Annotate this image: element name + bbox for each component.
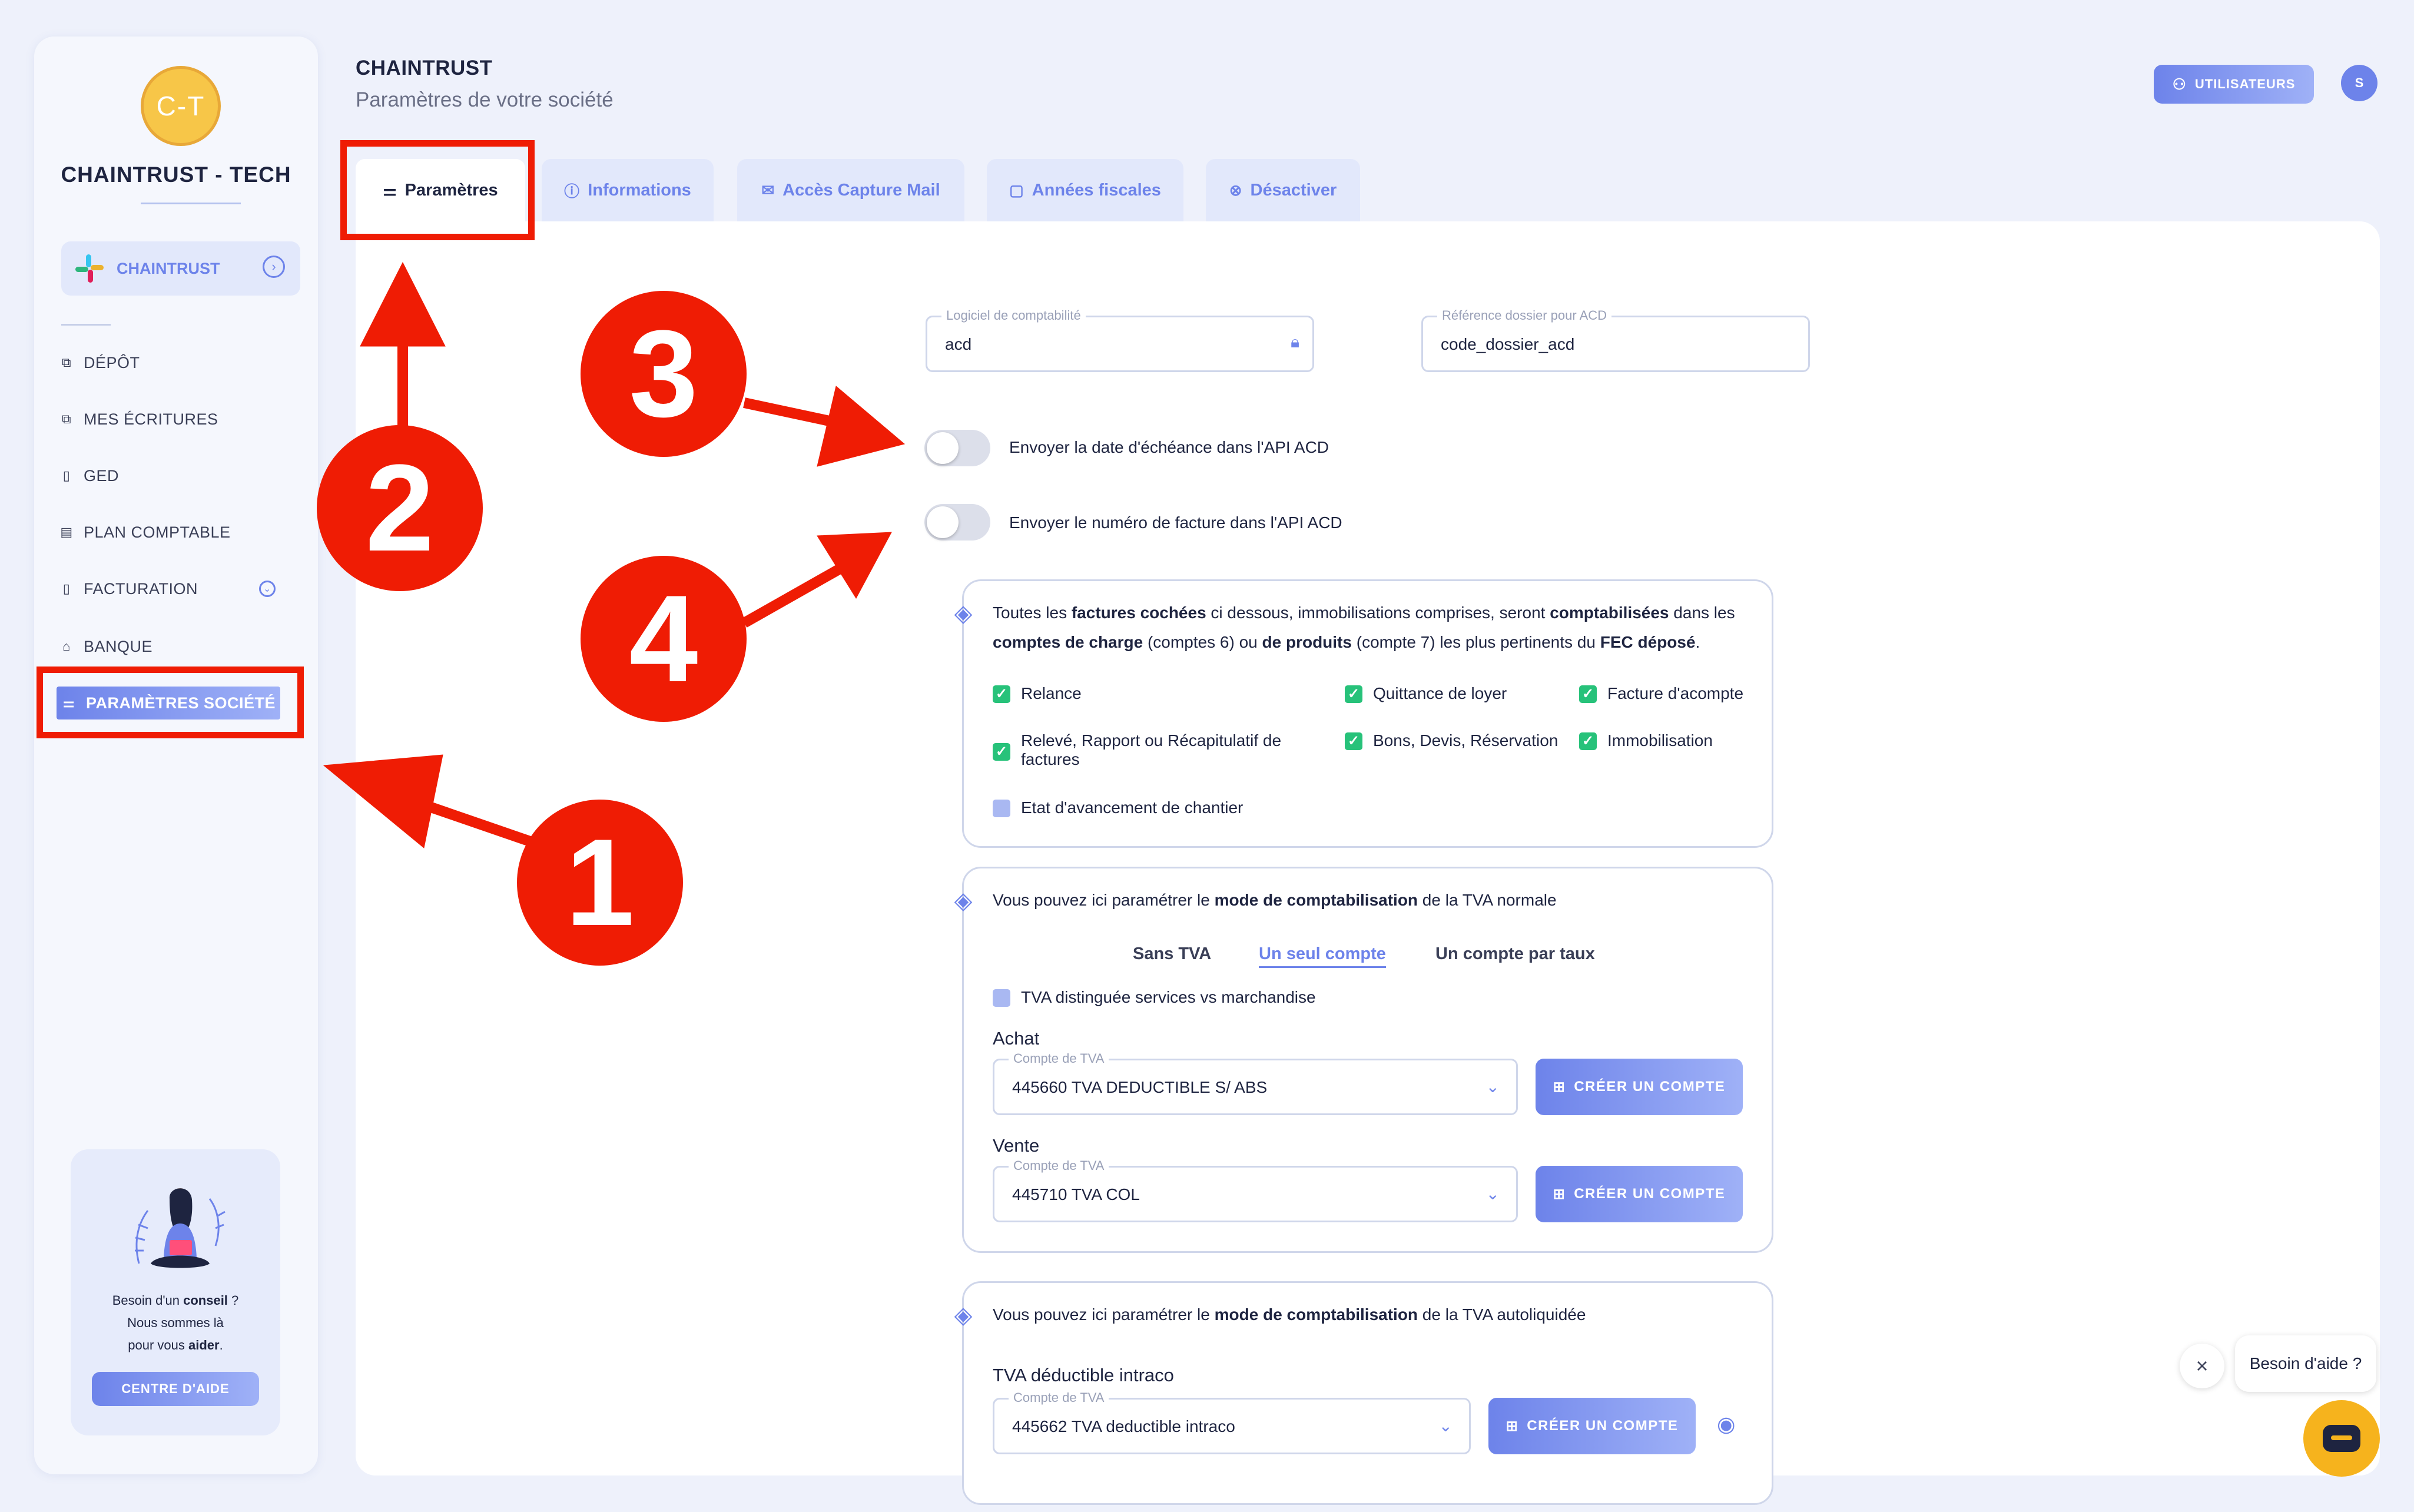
annotation-circle-1: 1 (517, 800, 683, 966)
annotation-circle-4: 4 (581, 556, 747, 722)
arrow-right-4 (817, 532, 892, 599)
arrow-left-1 (323, 754, 443, 848)
annotation-circle-3: 3 (581, 291, 747, 457)
annotation-circle-2: 2 (317, 425, 483, 591)
arrow-right-3 (817, 386, 906, 467)
arrow-up-2 (360, 261, 446, 347)
annotation-arrows (323, 261, 906, 854)
